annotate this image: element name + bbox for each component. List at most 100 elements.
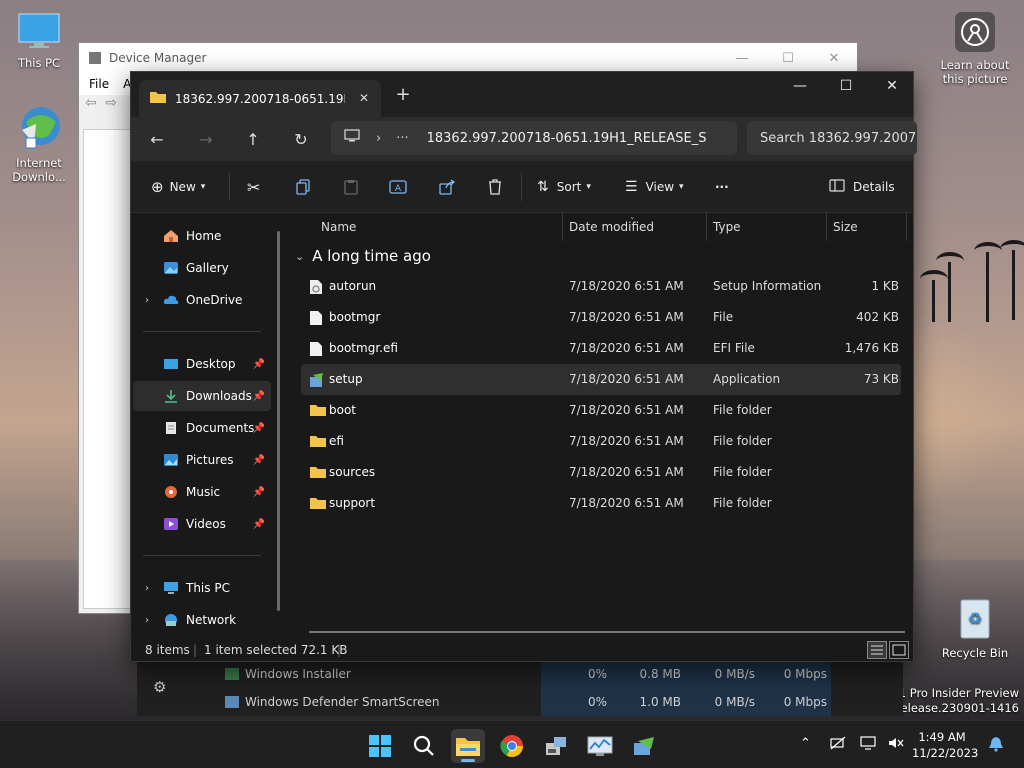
desktop-icon-recycle-bin[interactable]: ♻ Recycle Bin — [940, 594, 1010, 660]
chrome-icon[interactable] — [495, 729, 529, 763]
file-row[interactable]: bootmgr 7/18/2020 6:51 AM File 402 KB — [301, 302, 901, 333]
device-tree[interactable] — [83, 129, 131, 609]
close-icon[interactable]: ✕ — [811, 51, 857, 66]
file-row[interactable]: bootmgr.efi 7/18/2020 6:51 AM EFI File 1… — [301, 333, 901, 364]
pin-icon[interactable]: 📌 — [253, 519, 265, 530]
share-icon[interactable] — [439, 175, 455, 199]
nav-item-network[interactable]: › Network — [133, 605, 271, 635]
file-explorer-taskbar-icon[interactable] — [451, 729, 485, 763]
column-divider[interactable] — [706, 213, 707, 241]
back-arrow-icon[interactable]: ⇦ — [85, 95, 97, 111]
maximize-icon[interactable]: ☐ — [765, 51, 811, 66]
learn-about-picture[interactable]: Learn about this picture — [938, 12, 1012, 86]
search-icon[interactable] — [407, 729, 441, 763]
selection-info: 1 item selected 72.1 KB — [204, 643, 348, 657]
volume-muted-icon[interactable] — [888, 736, 904, 754]
column-header-name[interactable]: Name — [321, 213, 356, 241]
performance-monitor-icon[interactable] — [583, 729, 617, 763]
nav-item-onedrive[interactable]: › OneDrive — [133, 285, 271, 315]
pin-icon[interactable]: 📌 — [253, 391, 265, 402]
up-arrow-icon[interactable]: ↑ — [239, 126, 267, 152]
desktop-icon-internet-download-manager[interactable]: Internet Downlo... — [4, 104, 74, 184]
file-row-selected[interactable]: setup 7/18/2020 6:51 AM Application 73 K… — [301, 364, 901, 395]
nav-item-pictures[interactable]: Pictures 📌 — [133, 445, 271, 475]
setup-taskbar-icon[interactable] — [627, 729, 661, 763]
forward-arrow-icon[interactable]: ⇨ — [105, 95, 117, 111]
file-row[interactable]: autorun 7/18/2020 6:51 AM Setup Informat… — [301, 271, 901, 302]
nav-item-this-pc[interactable]: › This PC — [133, 573, 271, 603]
file-row[interactable]: support 7/18/2020 6:51 AM File folder — [301, 488, 901, 519]
menu-file[interactable]: File — [89, 77, 109, 91]
process-row[interactable]: Windows Defender SmartScreen 0% 1.0 MB 0… — [137, 688, 903, 716]
new-button[interactable]: ⊕ New ▾ — [151, 175, 205, 199]
column-header-size[interactable]: Size — [833, 213, 858, 241]
file-row[interactable]: sources 7/18/2020 6:51 AM File folder — [301, 457, 901, 488]
file-explorer-window[interactable]: 18362.997.200718-0651.19H1_RELEASE_SVC_ … — [130, 71, 917, 662]
more-options-button[interactable]: ··· — [715, 175, 729, 199]
nav-scrollbar[interactable] — [277, 231, 280, 611]
column-header-type[interactable]: Type — [713, 213, 741, 241]
refresh-icon[interactable]: ↻ — [287, 126, 315, 152]
address-bar[interactable]: › ··· 18362.997.200718-0651.19H1_RELEASE… — [331, 121, 737, 155]
device-manager-taskbar-icon[interactable] — [539, 729, 573, 763]
nav-item-documents[interactable]: Documents 📌 — [133, 413, 271, 443]
view-button[interactable]: ☰ View ▾ — [625, 175, 684, 199]
chevron-right-icon[interactable]: › — [145, 295, 149, 306]
chevron-right-icon[interactable]: › — [145, 583, 149, 594]
system-clock[interactable]: 1:49 AM 11/22/2023 — [912, 729, 978, 761]
group-header[interactable]: ⌄ A long time ago — [295, 247, 431, 265]
chevron-right-icon[interactable]: › — [376, 131, 381, 146]
horizontal-scrollbar[interactable] — [309, 631, 905, 633]
pin-icon[interactable]: 📌 — [253, 359, 265, 370]
new-tab-button[interactable]: + — [393, 84, 413, 105]
minimize-icon[interactable]: — — [777, 78, 823, 94]
start-windows-icon[interactable] — [363, 729, 397, 763]
chevron-right-icon[interactable]: › — [145, 615, 149, 626]
chevron-up-icon[interactable]: ⌃ — [800, 736, 811, 751]
process-row[interactable]: Windows Installer 0% 0.8 MB 0 MB/s 0 Mbp… — [137, 660, 903, 688]
delete-icon[interactable] — [487, 175, 503, 199]
column-divider[interactable] — [562, 213, 563, 241]
device-manager-titlebar[interactable]: Device Manager — ☐ ✕ — [79, 43, 857, 73]
search-input[interactable]: Search 18362.997.200718 — [747, 121, 917, 155]
nav-item-gallery[interactable]: Gallery — [133, 253, 271, 283]
forward-arrow-icon[interactable]: → — [192, 126, 220, 152]
paste-icon[interactable] — [343, 175, 359, 199]
rename-icon[interactable]: A — [389, 175, 407, 199]
view-label: View — [645, 180, 675, 194]
monitor-settings-icon[interactable] — [860, 736, 876, 754]
copy-icon[interactable] — [295, 175, 311, 199]
details-pane-button[interactable]: Details — [829, 175, 895, 199]
network-disconnected-icon[interactable] — [830, 736, 846, 754]
pin-icon[interactable]: 📌 — [253, 487, 265, 498]
nav-item-music[interactable]: Music 📌 — [133, 477, 271, 507]
column-header-date[interactable]: Date modified — [569, 213, 654, 241]
close-tab-icon[interactable]: ✕ — [359, 91, 369, 105]
notification-bell-icon[interactable] — [988, 736, 1004, 756]
column-divider[interactable] — [906, 213, 907, 241]
column-divider[interactable] — [826, 213, 827, 241]
maximize-icon[interactable]: ☐ — [823, 78, 869, 94]
nav-item-downloads[interactable]: Downloads 📌 — [133, 381, 271, 411]
nav-item-desktop[interactable]: Desktop 📌 — [133, 349, 271, 379]
nav-item-home[interactable]: Home — [133, 221, 271, 251]
breadcrumb-overflow[interactable]: ··· — [396, 131, 408, 146]
task-manager-window[interactable]: ⚙ Windows Installer 0% 0.8 MB 0 MB/s 0 M… — [137, 660, 903, 716]
details-view-icon[interactable] — [867, 641, 887, 659]
desktop-icon-label: This PC — [17, 56, 61, 70]
cut-icon[interactable]: ✂ — [247, 175, 260, 199]
back-arrow-icon[interactable]: ← — [143, 126, 171, 152]
file-name: bootmgr — [329, 310, 381, 324]
nav-item-videos[interactable]: Videos 📌 — [133, 509, 271, 539]
pin-icon[interactable]: 📌 — [253, 423, 265, 434]
minimize-icon[interactable]: — — [719, 51, 765, 66]
close-icon[interactable]: ✕ — [869, 78, 915, 94]
tab-current-folder[interactable]: 18362.997.200718-0651.19H1_RELEASE_SVC_ … — [139, 80, 381, 117]
file-row[interactable]: boot 7/18/2020 6:51 AM File folder — [301, 395, 901, 426]
tiles-view-icon[interactable] — [889, 641, 909, 659]
breadcrumb-current[interactable]: 18362.997.200718-0651.19H1_RELEASE_SVC_ — [427, 131, 707, 146]
sort-button[interactable]: ⇅ Sort ▾ — [537, 175, 591, 199]
pin-icon[interactable]: 📌 — [253, 455, 265, 466]
file-row[interactable]: efi 7/18/2020 6:51 AM File folder — [301, 426, 901, 457]
desktop-icon-this-pc[interactable]: This PC — [4, 12, 74, 70]
